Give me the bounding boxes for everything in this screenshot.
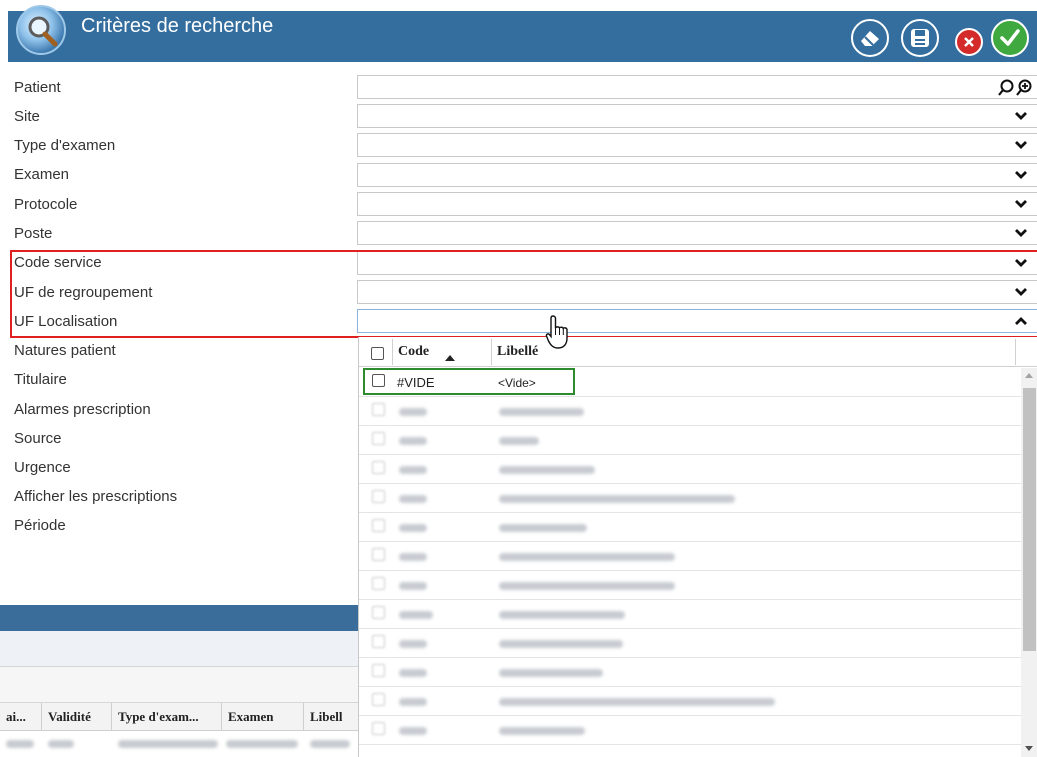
label-type-examen: Type d'examen (14, 137, 116, 154)
label-urgence: Urgence (14, 459, 71, 476)
site-select[interactable] (357, 104, 1037, 128)
column-header-type-examen[interactable]: Type d'exam... (112, 703, 222, 730)
page-title: Critères de recherche (81, 15, 274, 37)
list-item[interactable] (359, 571, 1021, 600)
check-icon (1000, 29, 1020, 46)
list-item[interactable] (359, 600, 1021, 629)
column-header-libelle[interactable]: Libellé (497, 344, 538, 360)
cancel-button[interactable] (955, 28, 983, 56)
list-item[interactable] (359, 397, 1021, 426)
label-examen: Examen (14, 166, 70, 183)
label-site: Site (14, 108, 40, 125)
search-icon (16, 5, 66, 55)
label-source: Source (14, 430, 62, 447)
search-criteria-header: Critères de recherche (0, 0, 1037, 66)
validate-button[interactable] (991, 19, 1029, 57)
hand-cursor-icon (545, 315, 568, 349)
search-icon[interactable] (997, 79, 1015, 97)
label-poste: Poste (14, 225, 53, 242)
chevron-down-icon (1015, 141, 1027, 149)
poste-select[interactable] (357, 221, 1037, 245)
list-item[interactable] (359, 484, 1021, 513)
chevron-down-icon (1015, 229, 1027, 237)
chevron-down-icon (1015, 112, 1027, 120)
label-natures-patient: Natures patient (14, 342, 116, 359)
select-all-checkbox[interactable] (371, 347, 384, 360)
chevron-down-icon (1015, 200, 1027, 208)
scroll-down-icon[interactable] (1025, 746, 1033, 751)
column-header-validite[interactable]: Validité (42, 703, 112, 730)
label-afficher-prescriptions: Afficher les prescriptions (14, 488, 178, 505)
list-item[interactable] (359, 542, 1021, 571)
list-item[interactable] (359, 513, 1021, 542)
results-toolbar (0, 605, 358, 631)
type-examen-select[interactable] (357, 133, 1037, 157)
zoom-in-icon[interactable] (1015, 79, 1033, 97)
column-header-examen[interactable]: Examen (222, 703, 304, 730)
eraser-icon (861, 31, 879, 46)
list-item[interactable] (359, 687, 1021, 716)
uf-localisation-dropdown[interactable]: Code Libellé #VIDE <Vide> (358, 337, 1037, 757)
column-header[interactable]: ai... (0, 703, 42, 730)
save-button[interactable] (901, 19, 939, 57)
eraser-button[interactable] (851, 19, 889, 57)
label-periode: Période (14, 517, 66, 534)
highlight-box (10, 250, 1037, 338)
label-patient: Patient (14, 79, 61, 96)
chevron-down-icon (1015, 171, 1027, 179)
close-icon (964, 37, 974, 47)
scroll-up-icon[interactable] (1025, 373, 1033, 378)
list-item[interactable] (359, 629, 1021, 658)
column-header-code[interactable]: Code (398, 344, 429, 360)
list-item[interactable] (359, 658, 1021, 687)
dropdown-header: Code Libellé (359, 337, 1037, 367)
patient-field[interactable] (357, 75, 1037, 99)
table-row[interactable] (0, 731, 358, 757)
results-grid-header: ai... Validité Type d'exam... Examen Lib… (0, 703, 358, 731)
label-titulaire: Titulaire (14, 371, 67, 388)
list-item[interactable] (359, 716, 1021, 745)
selection-highlight (363, 368, 575, 395)
sort-ascending-icon (445, 355, 455, 361)
results-group-bar (0, 667, 358, 703)
patient-search-icons[interactable] (997, 77, 1033, 97)
list-item[interactable] (359, 455, 1021, 484)
label-alarmes-prescription: Alarmes prescription (14, 401, 151, 418)
save-icon (911, 29, 929, 47)
scroll-thumb[interactable] (1023, 388, 1036, 651)
examen-select[interactable] (357, 163, 1037, 187)
label-protocole: Protocole (14, 196, 78, 213)
column-header-libelle[interactable]: Libell (304, 703, 358, 730)
dropdown-scrollbar[interactable] (1021, 368, 1037, 757)
results-filter-bar (0, 631, 358, 667)
protocole-select[interactable] (357, 192, 1037, 216)
list-item[interactable] (359, 426, 1021, 455)
